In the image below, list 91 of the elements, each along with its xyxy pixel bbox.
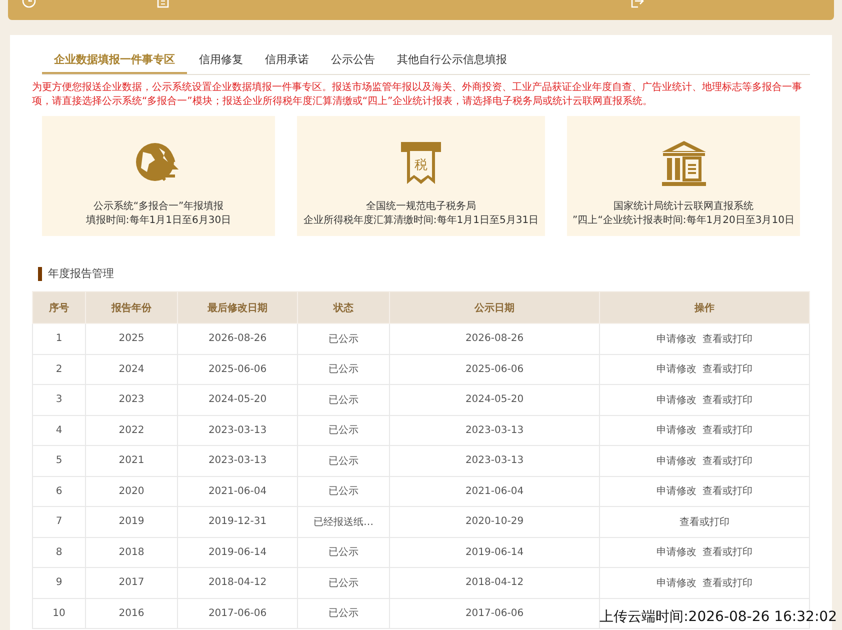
table-cell: 2019 xyxy=(86,506,178,537)
table-cell: 4 xyxy=(32,415,86,446)
table-cell: 已公示 xyxy=(298,415,390,446)
table-cell: 已公示 xyxy=(298,476,390,506)
action-link[interactable]: 申请修改 xyxy=(656,334,696,345)
action-link[interactable]: 申请修改 xyxy=(656,456,696,467)
table-cell: 8 xyxy=(32,537,86,568)
table-cell: 5 xyxy=(32,446,86,476)
action-link[interactable]: 申请修改 xyxy=(656,425,696,436)
table-cell: 2020-10-29 xyxy=(390,506,600,537)
table-cell: 2026-08-26 xyxy=(178,324,298,354)
service-title: 国家统计局统计云联网直报系统 xyxy=(614,200,754,214)
action-link[interactable]: 申请修改 xyxy=(656,547,696,558)
service-card[interactable]: 税 全国统一规范电子税务局 企业所得税年度汇算清缴时间:每年1月1日至5月31日 xyxy=(297,116,545,236)
column-header: 操作 xyxy=(600,292,810,324)
table-cell: 7 xyxy=(32,506,86,537)
service-period: 填报时间:每年1月1日至6月30日 xyxy=(86,214,232,228)
section-marker xyxy=(38,266,42,280)
table-cell: 2021-06-04 xyxy=(390,476,600,506)
table-cell: 9 xyxy=(32,568,86,598)
table-cell: 2018-04-12 xyxy=(178,568,298,598)
notice-text: 为更方便您报送企业数据，公示系统设置企业数据填报一件事专区。报送市场监管年报以及海关、外商投资、工业产品获证企业年度自查、广告业统计、地理标志等多报合一事项，请直接选择公示系统“多报合一”模块；报送企业所得税年度汇算清缴或“四上”企业统计报表，请选择电子税务局或统计云联网直报系统。 xyxy=(32,81,803,109)
column-header: 最后修改日期 xyxy=(178,292,298,324)
table-cell: 2025-06-06 xyxy=(390,354,600,384)
column-header: 公示日期 xyxy=(390,292,600,324)
action-link[interactable]: 申请修改 xyxy=(656,578,696,589)
table-cell: 已公示 xyxy=(298,384,390,415)
tab[interactable]: 企业数据填报一件事专区 xyxy=(42,45,187,74)
table-cell: 2026-08-26 xyxy=(390,324,600,354)
table-cell: 已公示 xyxy=(298,324,390,354)
tab[interactable]: 信用修复 xyxy=(189,45,253,74)
table-cell: 2023 xyxy=(86,384,178,415)
table-cell: 3 xyxy=(32,384,86,415)
table-cell: 2023-03-13 xyxy=(390,446,600,476)
tab[interactable]: 其他自行公示信息填报 xyxy=(387,45,517,74)
service-period: ”四上“企业统计报表时间:每年1月20日至3月10日 xyxy=(572,214,794,228)
table-cell: 6 xyxy=(32,476,86,506)
action-link[interactable]: 申请修改 xyxy=(656,364,696,376)
table-cell: 2025-06-06 xyxy=(178,354,298,384)
action-link[interactable]: 申请修改 xyxy=(656,394,696,406)
action-link[interactable]: 查看或打印 xyxy=(702,578,752,589)
action-link[interactable]: 查看或打印 xyxy=(680,516,730,528)
tab[interactable]: 公示公告 xyxy=(321,45,385,74)
table-cell: 2019-06-14 xyxy=(178,537,298,568)
action-link[interactable]: 查看或打印 xyxy=(702,456,752,467)
table-cell: 已公示 xyxy=(298,446,390,476)
service-title: 公示系统“多报合一”年报填报 xyxy=(93,200,224,214)
table-cell: 2024-05-20 xyxy=(390,384,600,415)
table-cell: 已公示 xyxy=(298,598,390,628)
service-card[interactable]: 公示系统“多报合一”年报填报 填报时间:每年1月1日至6月30日 xyxy=(42,116,275,236)
table-cell: 已公示 xyxy=(298,568,390,598)
column-header: 报告年份 xyxy=(86,292,178,324)
column-header: 状态 xyxy=(298,292,390,324)
table-cell: 2020 xyxy=(86,476,178,506)
table-cell: 2022 xyxy=(86,415,178,446)
table-cell: 2017-06-06 xyxy=(390,598,600,628)
table-cell: 1 xyxy=(32,324,86,354)
table-cell: 2018-04-12 xyxy=(390,568,600,598)
tab[interactable]: 信用承诺 xyxy=(255,45,319,74)
table-cell: 2021-06-04 xyxy=(178,476,298,506)
action-link[interactable]: 查看或打印 xyxy=(702,547,752,558)
action-link[interactable]: 查看或打印 xyxy=(702,394,752,406)
table-cell: 2019-06-14 xyxy=(390,537,600,568)
section-title: 年度报告管理 xyxy=(48,266,114,281)
table-cell: 已公示 xyxy=(298,354,390,384)
action-link[interactable]: 查看或打印 xyxy=(702,334,752,345)
table-cell: 2016 xyxy=(86,598,178,628)
action-link[interactable]: 查看或打印 xyxy=(702,364,752,376)
action-link[interactable]: 查看或打印 xyxy=(702,486,752,498)
table-cell: 2017-06-06 xyxy=(178,598,298,628)
upload-time-label: 上传云端时间:2026-08-26 16:32:02 xyxy=(600,608,837,626)
column-header: 序号 xyxy=(32,292,86,324)
table-cell: 2023-03-13 xyxy=(178,446,298,476)
service-title: 全国统一规范电子税务局 xyxy=(366,200,476,214)
service-period: 企业所得税年度汇算清缴时间:每年1月1日至5月31日 xyxy=(303,214,539,228)
table-cell: 2023-03-13 xyxy=(178,415,298,446)
table-cell: 2018 xyxy=(86,537,178,568)
action-link[interactable]: 申请修改 xyxy=(656,486,696,498)
service-card[interactable]: 国家统计局统计云联网直报系统 ”四上“企业统计报表时间:每年1月20日至3月10日 xyxy=(567,116,800,236)
table-cell: 2023-03-13 xyxy=(390,415,600,446)
table-cell: 2024 xyxy=(86,354,178,384)
table-cell: 2025 xyxy=(86,324,178,354)
table-cell: 2021 xyxy=(86,446,178,476)
table-cell: 10 xyxy=(32,598,86,628)
table-cell: 2017 xyxy=(86,568,178,598)
action-link[interactable]: 查看或打印 xyxy=(702,425,752,436)
table-cell: 2 xyxy=(32,354,86,384)
table-cell: 已公示 xyxy=(298,537,390,568)
table-cell: 已经报送纸… xyxy=(298,506,390,537)
table-cell: 2019-12-31 xyxy=(178,506,298,537)
table-cell: 2024-05-20 xyxy=(178,384,298,415)
